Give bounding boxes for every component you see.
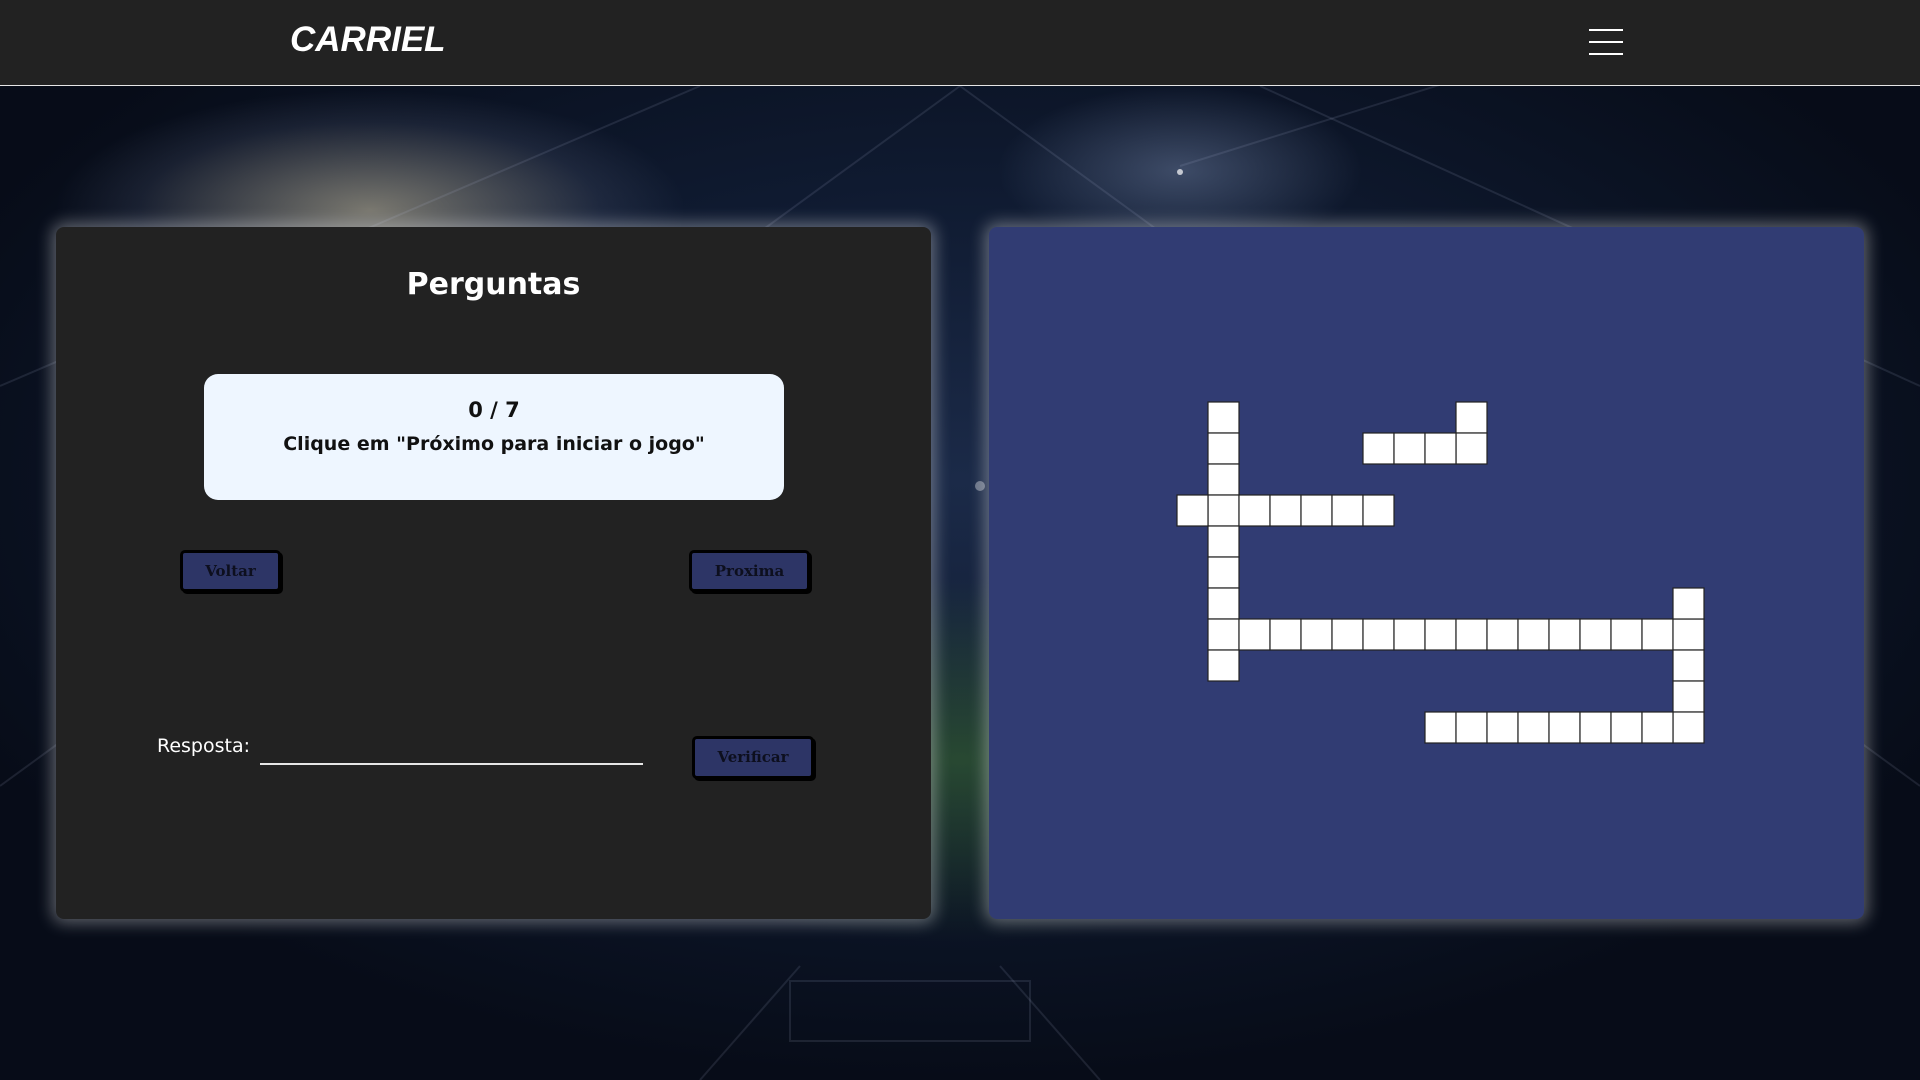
crossword-cell[interactable] bbox=[1424, 618, 1457, 651]
back-button[interactable]: Voltar bbox=[180, 550, 281, 592]
top-navbar: CARRIEL bbox=[0, 0, 1920, 86]
crossword-grid bbox=[1176, 401, 1705, 744]
questions-panel: Perguntas 0 / 7 Clique em "Próximo para … bbox=[56, 227, 931, 919]
crossword-cell[interactable] bbox=[1610, 618, 1643, 651]
crossword-cell[interactable] bbox=[1207, 432, 1240, 465]
crossword-cell[interactable] bbox=[1207, 494, 1240, 527]
crossword-cell[interactable] bbox=[1207, 587, 1240, 620]
crossword-cell[interactable] bbox=[1672, 587, 1705, 620]
crossword-cell[interactable] bbox=[1517, 618, 1550, 651]
crossword-cell[interactable] bbox=[1672, 711, 1705, 744]
crossword-cell[interactable] bbox=[1455, 432, 1488, 465]
crossword-cell[interactable] bbox=[1641, 711, 1674, 744]
answer-label: Resposta: bbox=[157, 735, 251, 757]
crossword-cell[interactable] bbox=[1362, 618, 1395, 651]
crossword-cell[interactable] bbox=[1269, 494, 1302, 527]
crossword-cell[interactable] bbox=[1331, 618, 1364, 651]
crossword-cell[interactable] bbox=[1672, 680, 1705, 713]
crossword-cell[interactable] bbox=[1207, 401, 1240, 434]
crossword-cell[interactable] bbox=[1362, 432, 1395, 465]
crossword-cell[interactable] bbox=[1300, 494, 1333, 527]
question-card: 0 / 7 Clique em "Próximo para iniciar o … bbox=[204, 374, 784, 500]
crossword-cell[interactable] bbox=[1548, 711, 1581, 744]
crossword-cell[interactable] bbox=[1300, 618, 1333, 651]
crossword-cell[interactable] bbox=[1238, 618, 1271, 651]
crossword-cell[interactable] bbox=[1610, 711, 1643, 744]
question-counter: 0 / 7 bbox=[468, 398, 520, 422]
brand-logo[interactable]: CARRIEL bbox=[290, 20, 446, 60]
hamburger-line bbox=[1589, 53, 1623, 55]
crossword-cell[interactable] bbox=[1424, 711, 1457, 744]
crossword-cell[interactable] bbox=[1486, 618, 1519, 651]
crossword-cell[interactable] bbox=[1548, 618, 1581, 651]
crossword-cell[interactable] bbox=[1393, 432, 1426, 465]
crossword-cell[interactable] bbox=[1207, 649, 1240, 682]
crossword-cell[interactable] bbox=[1207, 525, 1240, 558]
crossword-cell[interactable] bbox=[1393, 618, 1426, 651]
crossword-cell[interactable] bbox=[1579, 618, 1612, 651]
crossword-cell[interactable] bbox=[1331, 494, 1364, 527]
crossword-cell[interactable] bbox=[1424, 432, 1457, 465]
crossword-cell[interactable] bbox=[1455, 618, 1488, 651]
crossword-cell[interactable] bbox=[1641, 618, 1674, 651]
crossword-panel bbox=[989, 227, 1864, 919]
crossword-cell[interactable] bbox=[1207, 463, 1240, 496]
hamburger-line bbox=[1589, 41, 1623, 43]
next-button[interactable]: Proxima bbox=[689, 550, 810, 592]
crossword-cell[interactable] bbox=[1238, 494, 1271, 527]
answer-input[interactable] bbox=[260, 733, 643, 765]
hamburger-line bbox=[1589, 29, 1623, 31]
crossword-cell[interactable] bbox=[1207, 556, 1240, 589]
crossword-cell[interactable] bbox=[1455, 711, 1488, 744]
question-prompt: Clique em "Próximo para iniciar o jogo" bbox=[283, 433, 705, 455]
crossword-cell[interactable] bbox=[1579, 711, 1612, 744]
crossword-cell[interactable] bbox=[1176, 494, 1209, 527]
crossword-cell[interactable] bbox=[1672, 649, 1705, 682]
panel-title: Perguntas bbox=[406, 267, 581, 302]
crossword-cell[interactable] bbox=[1455, 401, 1488, 434]
crossword-cell[interactable] bbox=[1362, 494, 1395, 527]
crossword-cell[interactable] bbox=[1486, 711, 1519, 744]
crossword-cell[interactable] bbox=[1672, 618, 1705, 651]
crossword-cell[interactable] bbox=[1269, 618, 1302, 651]
hamburger-menu-icon[interactable] bbox=[1589, 29, 1623, 55]
crossword-cell[interactable] bbox=[1517, 711, 1550, 744]
crossword-cell[interactable] bbox=[1207, 618, 1240, 651]
verify-button[interactable]: Verificar bbox=[692, 736, 814, 779]
